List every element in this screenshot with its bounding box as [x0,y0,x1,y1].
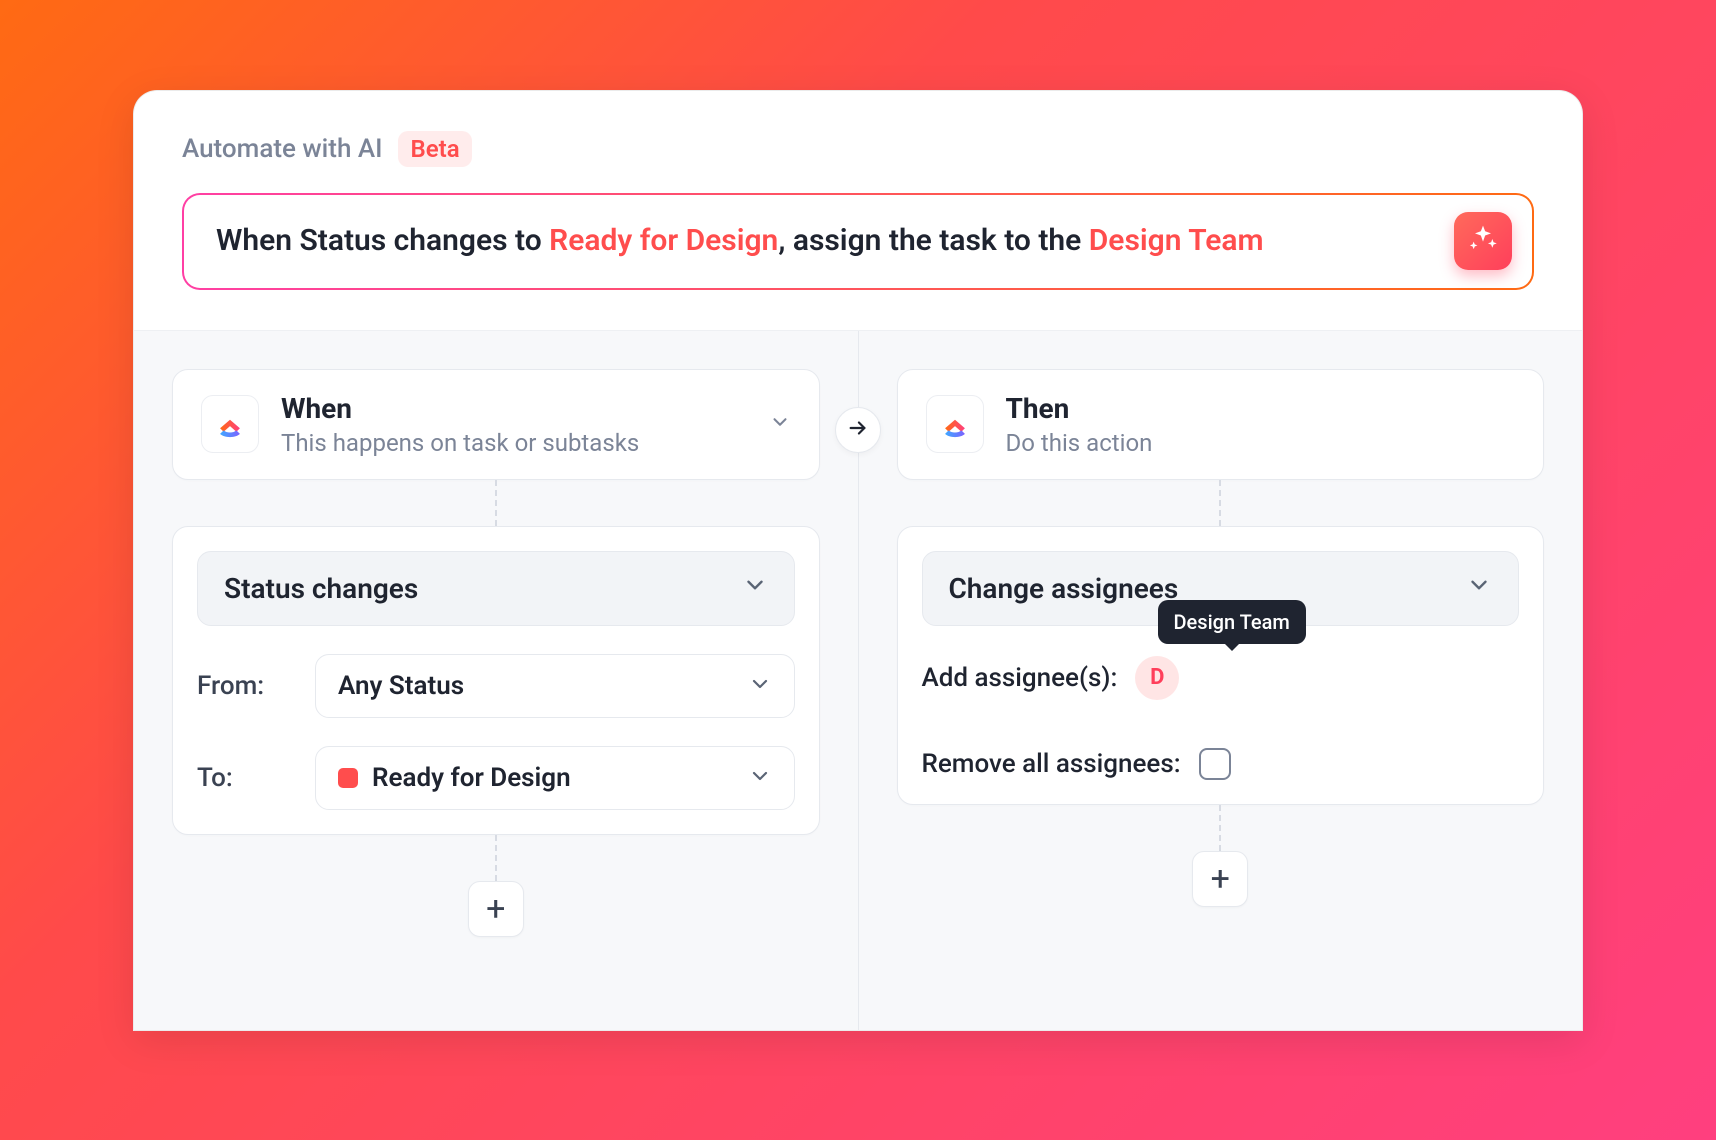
clickup-icon [926,395,984,453]
remove-assignees-row: Remove all assignees: [922,748,1520,780]
ai-prompt-box[interactable]: When Status changes to Ready for Design,… [182,193,1534,290]
from-label: From: [197,671,291,701]
trigger-select[interactable]: Status changes [197,551,795,626]
add-assignees-label: Add assignee(s): [922,663,1118,693]
chevron-down-icon [1466,572,1492,605]
assignee-tooltip: Design Team [1158,600,1306,644]
when-header-labels: When This happens on task or subtasks [281,392,747,457]
add-action-button[interactable]: + [1192,851,1248,907]
then-header-card[interactable]: Then Do this action [897,369,1545,480]
plus-icon: + [486,889,505,929]
then-column: Then Do this action Change assignees Des… [858,331,1583,1030]
add-trigger-button[interactable]: + [468,881,524,937]
generate-button[interactable] [1454,212,1512,270]
connector-line [1219,480,1221,526]
from-status-value: Any Status [338,671,464,701]
then-title: Then [1006,392,1516,425]
prompt-part2: , assign the task to the [778,223,1088,258]
page-title: Automate with AI [182,134,382,164]
beta-badge: Beta [398,131,471,167]
automation-modal: Automate with AI Beta When Status change… [133,90,1583,1031]
to-row: To: Ready for Design [197,746,795,810]
prompt-hl1: Ready for Design [549,223,778,258]
modal-top: Automate with AI Beta When Status change… [134,91,1582,330]
connector-line [495,480,497,526]
then-header-labels: Then Do this action [1006,392,1516,457]
clickup-icon [201,395,259,453]
prompt-hl2: Design Team [1089,223,1264,258]
from-status-select[interactable]: Any Status [315,654,795,718]
arrow-right-icon [847,417,869,443]
assignee-initial: D [1150,665,1164,690]
remove-assignees-label: Remove all assignees: [922,749,1181,779]
chevron-down-icon [748,672,772,700]
then-subtitle: Do this action [1006,429,1516,457]
trigger-select-label: Status changes [224,572,418,605]
then-config-card: Change assignees Design Team Add assigne… [897,526,1545,805]
add-assignees-row: Design Team Add assignee(s): D [922,656,1520,700]
chevron-down-icon [742,572,768,605]
from-row: From: Any Status [197,654,795,718]
connector-line [495,835,497,881]
chevron-down-icon[interactable] [769,411,791,437]
plus-icon: + [1211,859,1230,899]
when-subtitle: This happens on task or subtasks [281,429,747,457]
when-header-card[interactable]: When This happens on task or subtasks [172,369,820,480]
remove-assignees-checkbox[interactable] [1199,748,1231,780]
chevron-down-icon [748,764,772,792]
when-title: When [281,392,747,425]
to-status-select[interactable]: Ready for Design [315,746,795,810]
when-column: When This happens on task or subtasks St… [134,331,858,1030]
to-label: To: [197,763,291,793]
ai-prompt-text[interactable]: When Status changes to Ready for Design,… [184,195,1532,288]
assignee-avatar[interactable]: D [1135,656,1179,700]
builder-columns: When This happens on task or subtasks St… [134,330,1582,1030]
prompt-part1: When Status changes to [216,223,549,258]
to-status-value: Ready for Design [372,763,571,793]
title-row: Automate with AI Beta [182,131,1534,167]
connector-line [1219,805,1221,851]
status-color-swatch [338,768,358,788]
flow-arrow [835,407,881,453]
when-config-card: Status changes From: Any Status [172,526,820,835]
sparkle-icon [1467,223,1499,259]
action-select-label: Change assignees [949,572,1179,605]
